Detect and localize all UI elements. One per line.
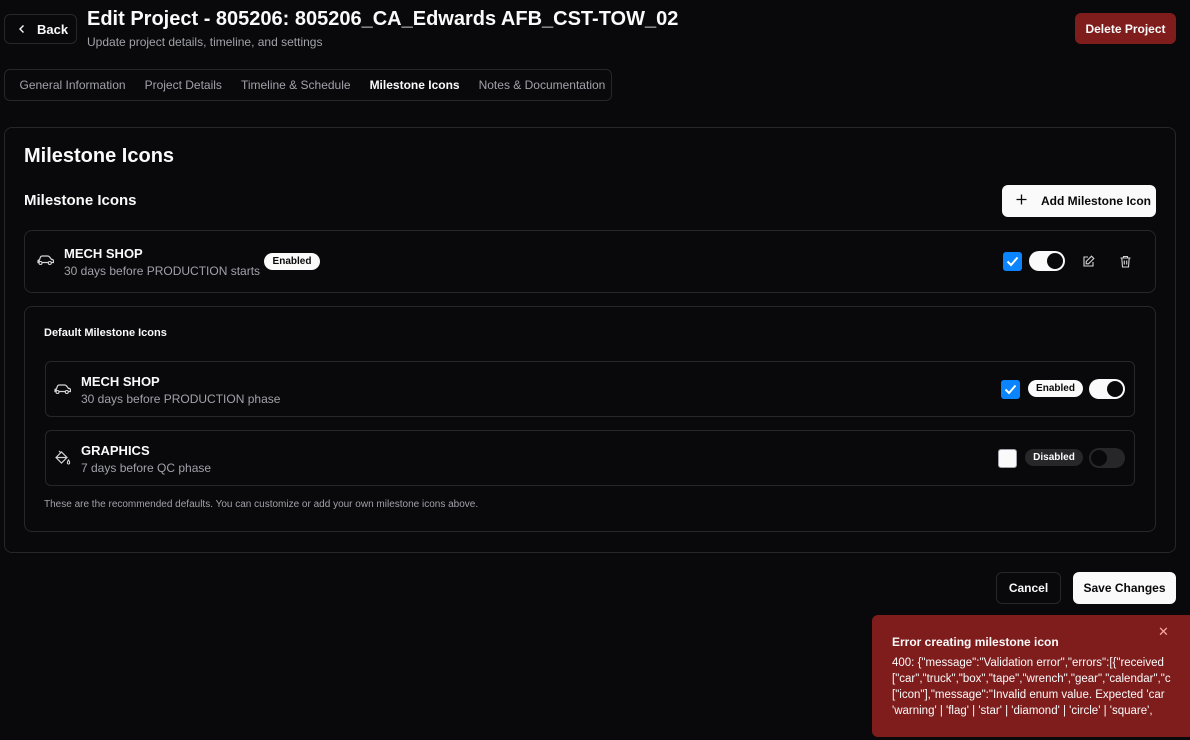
- milestone-name: MECH SHOP: [64, 246, 143, 261]
- save-changes-button[interactable]: Save Changes: [1073, 572, 1176, 604]
- car-icon: [54, 382, 72, 400]
- close-icon[interactable]: ✕: [1158, 624, 1169, 640]
- default-milestone-toggle[interactable]: [1089, 448, 1125, 468]
- error-toast: Error creating milestone icon ✕ 400: {"m…: [872, 615, 1190, 737]
- toggle-knob: [1047, 253, 1063, 269]
- tab-general-information[interactable]: General Information: [10, 78, 135, 92]
- page-title: Edit Project - 805206: 805206_CA_Edwards…: [87, 8, 679, 30]
- tab-timeline-schedule[interactable]: Timeline & Schedule: [231, 78, 360, 92]
- car-icon: [37, 253, 55, 271]
- back-button[interactable]: Back: [4, 14, 77, 44]
- plus-icon: [1016, 194, 1027, 208]
- edit-icon[interactable]: [1078, 251, 1098, 271]
- section-title: Milestone Icons: [24, 192, 137, 209]
- tab-milestone-icons[interactable]: Milestone Icons: [360, 78, 469, 92]
- tab-project-details[interactable]: Project Details: [135, 78, 231, 92]
- milestone-toggle[interactable]: [1029, 251, 1065, 271]
- trash-icon[interactable]: [1115, 251, 1135, 271]
- toggle-knob: [1107, 381, 1123, 397]
- default-milestone-description: 7 days before QC phase: [81, 461, 212, 475]
- back-label: Back: [37, 21, 69, 37]
- check-icon: [1006, 256, 1019, 267]
- default-milestone-name: GRAPHICS: [81, 443, 150, 458]
- default-milestone-toggle[interactable]: [1089, 379, 1125, 399]
- toast-line: ["car","truck","box","tape","wrench","ge…: [892, 673, 1171, 685]
- default-milestone-checkbox[interactable]: [998, 449, 1017, 468]
- toast-line: 'warning' | 'flag' | 'star' | 'diamond' …: [892, 705, 1153, 717]
- defaults-footnote: These are the recommended defaults. You …: [44, 499, 479, 510]
- tab-notes-documentation[interactable]: Notes & Documentation: [469, 78, 615, 92]
- delete-project-button[interactable]: Delete Project: [1075, 13, 1176, 44]
- page-subtitle: Update project details, timeline, and se…: [87, 35, 323, 49]
- default-milestone-checkbox[interactable]: [1001, 380, 1020, 399]
- card-title: Milestone Icons: [24, 145, 175, 167]
- tab-bar: General Information Project Details Time…: [4, 69, 612, 101]
- toast-line: ["icon"],"message":"Invalid enum value. …: [892, 689, 1165, 701]
- toast-message: 400: {"message":"Validation error","erro…: [892, 655, 1190, 719]
- default-milestone-name: MECH SHOP: [81, 374, 160, 389]
- cancel-button[interactable]: Cancel: [996, 572, 1061, 604]
- paint-bucket-icon: [54, 450, 71, 471]
- default-milestone-row: [45, 361, 1135, 417]
- toast-title: Error creating milestone icon: [892, 635, 1059, 649]
- status-badge: Enabled: [1028, 380, 1083, 397]
- toast-line: 400: {"message":"Validation error","erro…: [892, 657, 1164, 669]
- default-milestone-row: [45, 430, 1135, 486]
- add-milestone-label: Add Milestone Icon: [1041, 194, 1152, 208]
- add-milestone-icon-button[interactable]: Add Milestone Icon: [1002, 185, 1156, 217]
- status-badge: Disabled: [1025, 449, 1083, 466]
- chevron-left-icon: [17, 22, 27, 37]
- default-milestones-title: Default Milestone Icons: [44, 327, 167, 339]
- default-milestone-description: 30 days before PRODUCTION phase: [81, 392, 281, 406]
- status-badge: Enabled: [264, 253, 320, 270]
- milestone-item: [24, 230, 1156, 293]
- toggle-knob: [1091, 450, 1107, 466]
- milestone-description: 30 days before PRODUCTION starts: [64, 264, 261, 278]
- check-icon: [1004, 384, 1017, 395]
- milestone-checkbox[interactable]: [1003, 252, 1022, 271]
